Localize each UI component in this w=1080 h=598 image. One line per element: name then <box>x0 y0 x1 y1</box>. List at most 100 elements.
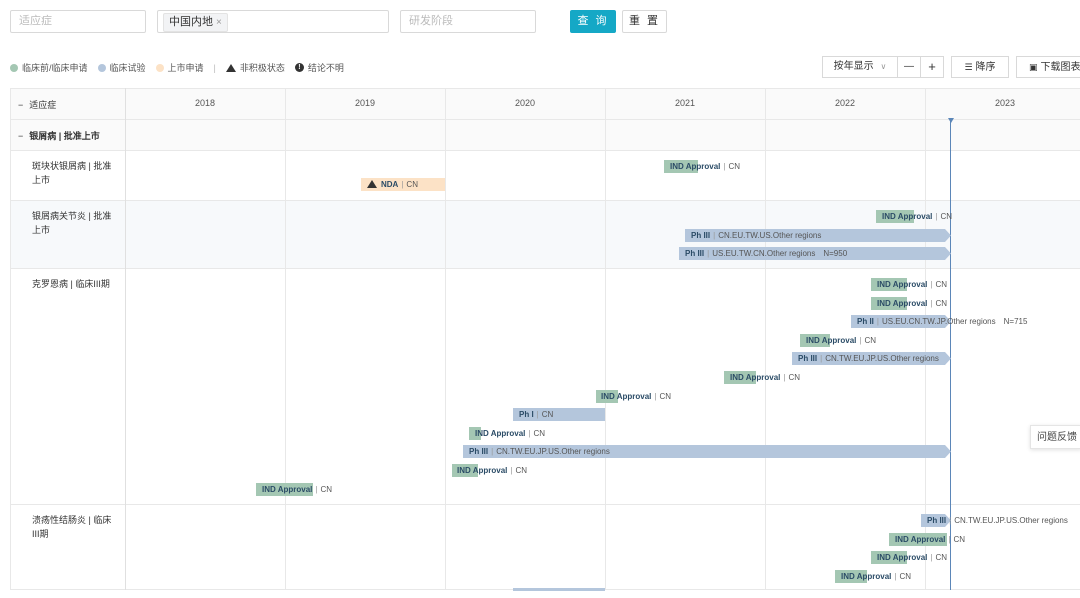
zoom-in-button[interactable]: + <box>921 56 944 78</box>
grid-line <box>10 200 1080 201</box>
feedback-button[interactable]: 问题反馈 <box>1030 425 1080 449</box>
bar-region: US.EU.CN.TW.JP.Other regions <box>881 317 996 326</box>
phase-filter-input[interactable]: 研发阶段 <box>400 10 536 33</box>
bar-stage: Ph III <box>469 447 489 456</box>
download-chart-button[interactable]: ▣ 下载图表 <box>1016 56 1080 78</box>
row-bg-psa <box>11 201 1080 268</box>
timeline-bar[interactable] <box>871 297 907 310</box>
bar-stage: IND Approval <box>601 392 652 401</box>
bar-separator: | <box>528 429 531 438</box>
grid-line <box>10 504 1080 505</box>
timeline-bar[interactable] <box>679 247 951 260</box>
timeline-bar[interactable] <box>792 352 951 365</box>
legend-item-preclinical: 临床前/临床申请 <box>10 61 88 74</box>
timeline-bar[interactable] <box>256 483 313 496</box>
bar-label: IND Approval | CN <box>882 210 952 223</box>
bar-label: Ph III | CN.TW.EU.JP.US.Other regions <box>927 514 1068 527</box>
bar-region: CN <box>899 572 912 581</box>
table-frame <box>10 88 1080 590</box>
indication-column-header[interactable]: − 适应症 <box>18 98 56 111</box>
grid-line <box>445 88 446 590</box>
indication-filter-input[interactable]: 适应症 <box>10 10 146 33</box>
bar-label: IND Approval | CN <box>841 570 911 583</box>
gantt-table: − 适应症 2018 2019 2020 2021 2022 2023 − 银屑病 … <box>0 0 1080 598</box>
region-filter-input[interactable]: 中国内地 × <box>157 10 389 33</box>
bar-stage: IND Approval <box>457 466 508 475</box>
grid-line <box>10 119 1080 120</box>
bar-separator: | <box>707 249 710 258</box>
bar-stage: IND Approval <box>877 280 928 289</box>
year-header-2022: 2022 <box>834 98 856 108</box>
legend-label: 非积极状态 <box>239 63 285 73</box>
bar-region: CN <box>728 162 741 171</box>
timeline-bar[interactable] <box>685 229 951 242</box>
bar-stage: Ph I <box>519 410 534 419</box>
timeline-bar[interactable] <box>871 551 907 564</box>
timeline-bar[interactable] <box>463 445 951 458</box>
download-label: 下载图表 <box>1040 62 1080 73</box>
legend-item-clinical: 临床试验 <box>97 61 146 74</box>
timeline-bar[interactable] <box>724 371 756 384</box>
year-header-2019: 2019 <box>354 98 376 108</box>
timeline-bar[interactable] <box>664 160 698 173</box>
view-mode-select[interactable]: 按年显示 ∨ <box>822 56 898 78</box>
bar-separator: | <box>723 162 726 171</box>
timeline-bar[interactable] <box>871 278 907 291</box>
legend-dot <box>10 63 18 72</box>
inactive-triangle-icon <box>367 180 377 188</box>
grid-line <box>765 88 766 590</box>
bar-separator: | <box>510 466 513 475</box>
year-header-2020: 2020 <box>514 98 536 108</box>
bar-separator: | <box>491 447 494 456</box>
legend-dot <box>97 63 106 72</box>
timeline-bar[interactable] <box>513 408 605 421</box>
timeline-bar[interactable] <box>452 464 478 477</box>
bar-separator: | <box>935 212 938 221</box>
search-button[interactable]: 查 询 <box>570 10 616 33</box>
bar-region: CN <box>788 373 801 382</box>
group-row-psoriasis[interactable]: − 银屑病 | 批准上市 <box>18 129 100 142</box>
group-row-bg <box>11 120 1080 150</box>
bar-separator: | <box>315 485 318 494</box>
legend-item-nda: 上市申请 <box>155 61 204 74</box>
timeline-bar[interactable] <box>800 334 830 347</box>
sort-button[interactable]: ☰ 降序 <box>951 56 1009 78</box>
year-header-2023: 2023 <box>994 98 1016 108</box>
timeline-bar[interactable] <box>469 427 481 440</box>
legend-label: 上市申请 <box>167 63 204 73</box>
bar-region: CN <box>406 180 418 189</box>
timeline-bar[interactable] <box>596 390 618 403</box>
timeline-bar[interactable] <box>361 178 445 191</box>
bar-stage: Ph III <box>927 516 947 525</box>
bar-separator: | <box>536 410 539 419</box>
bar-stage: IND Approval <box>877 299 928 308</box>
timeline-bar[interactable] <box>921 514 951 527</box>
bar-stage: IND Approval <box>475 429 526 438</box>
grid-line <box>125 88 126 590</box>
bar-separator: | <box>930 280 933 289</box>
exclamation-circle-icon: ! <box>294 63 304 72</box>
bar-region: CN <box>541 410 554 419</box>
timeline-bar[interactable] <box>889 533 947 546</box>
bar-label: IND Approval | CN <box>262 483 332 496</box>
bar-region: CN <box>515 466 528 475</box>
timeline-bar[interactable] <box>876 210 914 223</box>
timeline-bar-partial[interactable] <box>513 588 605 591</box>
bar-stage: IND Approval <box>841 572 892 581</box>
bar-label: IND Approval | CN <box>877 278 947 291</box>
bar-stage: IND Approval <box>670 162 721 171</box>
chip-close-icon[interactable]: × <box>216 17 222 28</box>
chevron-down-icon: ∨ <box>880 62 887 71</box>
zoom-out-button[interactable]: — <box>898 56 921 78</box>
reset-button[interactable]: 重 置 <box>622 10 667 33</box>
row-label-ulcerative-colitis: 溃疡性结肠炎 | 临床III期 <box>32 515 112 539</box>
timeline-bar[interactable] <box>851 315 951 328</box>
collapse-icon: − <box>18 100 24 110</box>
bar-region: CN.TW.EU.JP.US.Other regions <box>825 354 939 363</box>
download-icon: ▣ <box>1029 62 1038 72</box>
bar-separator: | <box>930 553 933 562</box>
bar-separator: | <box>859 336 862 345</box>
legend-label: 结论不明 <box>307 63 344 73</box>
sort-label: 降序 <box>975 62 996 73</box>
timeline-bar[interactable] <box>835 570 867 583</box>
